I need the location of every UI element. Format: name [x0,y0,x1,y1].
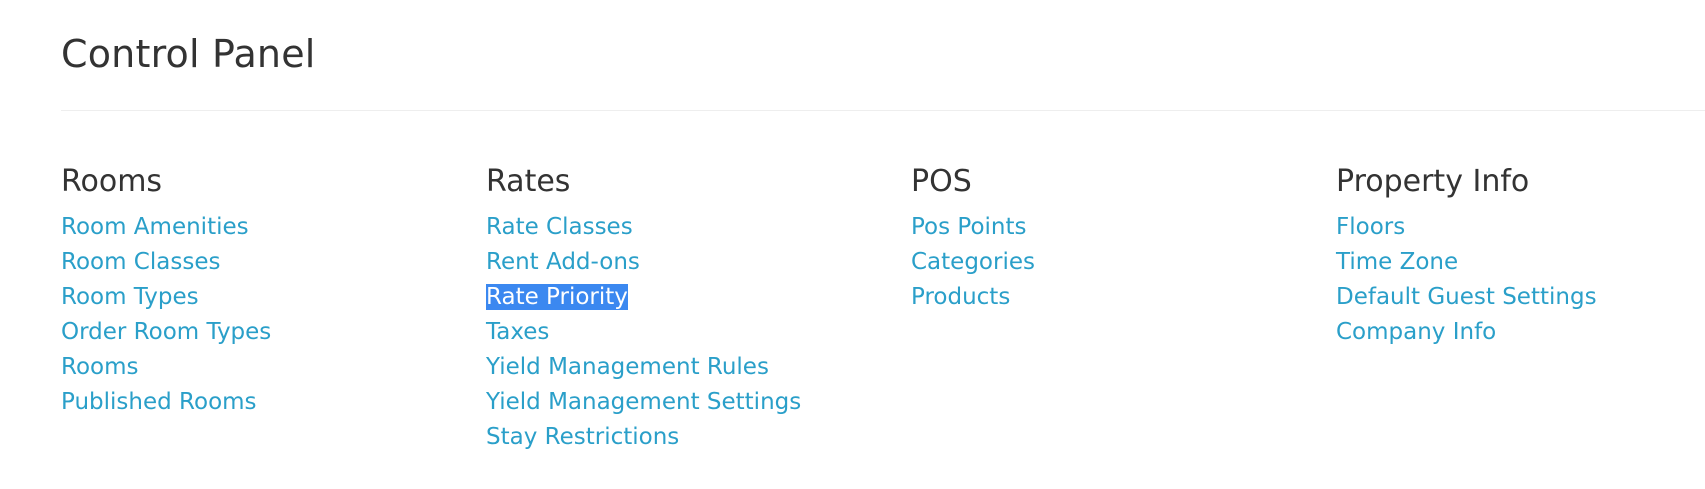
link-published-rooms[interactable]: Published Rooms [61,389,257,415]
link-default-guest-settings[interactable]: Default Guest Settings [1336,284,1597,310]
pos-link-list: Pos Points Categories Products [911,210,1311,315]
page-title: Control Panel [61,32,316,76]
section-heading-pos: POS [911,164,972,199]
link-yield-management-settings[interactable]: Yield Management Settings [486,389,801,415]
link-rent-add-ons[interactable]: Rent Add-ons [486,249,640,275]
section-heading-rooms: Rooms [61,164,163,199]
title-divider [61,110,1705,111]
list-item: Yield Management Rules [486,350,886,385]
list-item: Pos Points [911,210,1311,245]
control-panel-page: Control Panel Rooms Room Amenities Room … [0,0,1705,489]
settings-columns: Rooms Room Amenities Room Classes Room T… [61,160,1705,480]
section-rooms: Rooms Room Amenities Room Classes Room T… [61,160,461,420]
link-rooms[interactable]: Rooms [61,354,138,380]
link-floors[interactable]: Floors [1336,214,1405,240]
list-item: Time Zone [1336,245,1705,280]
link-stay-restrictions[interactable]: Stay Restrictions [486,424,679,450]
list-item: Products [911,280,1311,315]
list-item: Room Classes [61,245,461,280]
link-yield-management-rules[interactable]: Yield Management Rules [486,354,769,380]
link-products[interactable]: Products [911,284,1010,310]
link-company-info[interactable]: Company Info [1336,319,1496,345]
rates-link-list: Rate Classes Rent Add-ons Rate Priority … [486,210,886,455]
property-info-link-list: Floors Time Zone Default Guest Settings … [1336,210,1705,350]
list-item: Published Rooms [61,385,461,420]
list-item: Floors [1336,210,1705,245]
link-categories[interactable]: Categories [911,249,1035,275]
list-item: Rate Priority [486,280,886,315]
section-property-info: Property Info Floors Time Zone Default G… [1336,160,1705,350]
list-item: Rooms [61,350,461,385]
list-item: Company Info [1336,315,1705,350]
list-item: Room Types [61,280,461,315]
link-order-room-types[interactable]: Order Room Types [61,319,271,345]
link-taxes[interactable]: Taxes [486,319,549,345]
link-pos-points[interactable]: Pos Points [911,214,1027,240]
section-heading-property-info: Property Info [1336,164,1530,199]
list-item: Categories [911,245,1311,280]
link-room-classes[interactable]: Room Classes [61,249,220,275]
list-item: Rent Add-ons [486,245,886,280]
list-item: Taxes [486,315,886,350]
section-heading-rates: Rates [486,164,571,199]
rooms-link-list: Room Amenities Room Classes Room Types O… [61,210,461,420]
list-item: Rate Classes [486,210,886,245]
list-item: Default Guest Settings [1336,280,1705,315]
link-rate-priority[interactable]: Rate Priority [486,284,628,310]
link-room-amenities[interactable]: Room Amenities [61,214,249,240]
list-item: Room Amenities [61,210,461,245]
link-room-types[interactable]: Room Types [61,284,199,310]
list-item: Stay Restrictions [486,420,886,455]
section-pos: POS Pos Points Categories Products [911,160,1311,315]
list-item: Order Room Types [61,315,461,350]
list-item: Yield Management Settings [486,385,886,420]
section-rates: Rates Rate Classes Rent Add-ons Rate Pri… [486,160,886,455]
link-rate-classes[interactable]: Rate Classes [486,214,633,240]
link-time-zone[interactable]: Time Zone [1336,249,1458,275]
